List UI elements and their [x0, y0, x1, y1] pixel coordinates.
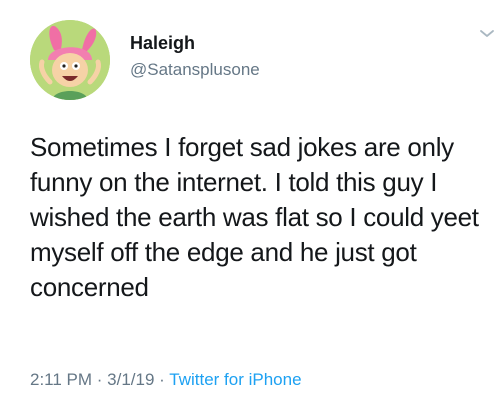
tweet-time[interactable]: 2:11 PM — [30, 370, 92, 389]
tweet-header: Haleigh @Satansplusone — [30, 20, 494, 100]
tweet-source-link[interactable]: Twitter for iPhone — [169, 370, 301, 389]
tweet-text: Sometimes I forget sad jokes are only fu… — [30, 132, 479, 302]
cartoon-avatar-icon — [30, 20, 110, 100]
chevron-down-icon[interactable] — [477, 20, 497, 40]
meta-separator: · — [154, 370, 170, 389]
tweet-date[interactable]: 3/1/19 — [107, 370, 154, 389]
meta-separator: · — [92, 370, 108, 389]
tweet-metadata: 2:11 PM · 3/1/19 · Twitter for iPhone — [30, 370, 302, 390]
tweet-card: Haleigh @Satansplusone Sometimes I forge… — [0, 0, 500, 401]
avatar[interactable] — [30, 20, 110, 100]
display-name[interactable]: Haleigh — [130, 33, 195, 54]
user-handle[interactable]: @Satansplusone — [130, 60, 260, 80]
